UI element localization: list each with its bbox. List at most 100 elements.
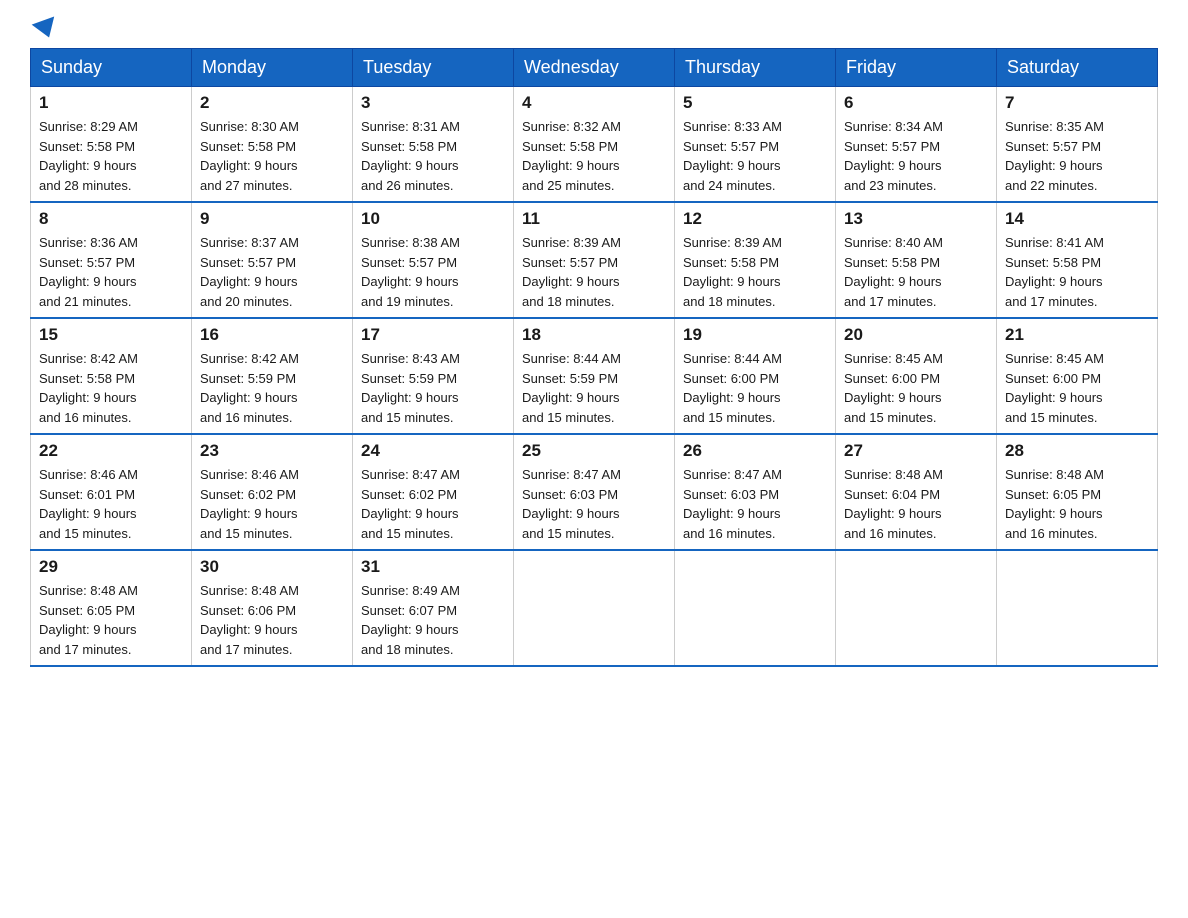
- header-cell-sunday: Sunday: [31, 49, 192, 87]
- day-info: Sunrise: 8:47 AMSunset: 6:02 PMDaylight:…: [361, 465, 505, 543]
- calendar-cell: 29 Sunrise: 8:48 AMSunset: 6:05 PMDaylig…: [31, 550, 192, 666]
- day-number: 25: [522, 441, 666, 461]
- day-info: Sunrise: 8:46 AMSunset: 6:01 PMDaylight:…: [39, 465, 183, 543]
- calendar-cell: 17 Sunrise: 8:43 AMSunset: 5:59 PMDaylig…: [353, 318, 514, 434]
- day-info: Sunrise: 8:45 AMSunset: 6:00 PMDaylight:…: [1005, 349, 1149, 427]
- day-number: 2: [200, 93, 344, 113]
- day-info: Sunrise: 8:42 AMSunset: 5:58 PMDaylight:…: [39, 349, 183, 427]
- day-number: 14: [1005, 209, 1149, 229]
- day-number: 5: [683, 93, 827, 113]
- day-info: Sunrise: 8:49 AMSunset: 6:07 PMDaylight:…: [361, 581, 505, 659]
- day-info: Sunrise: 8:47 AMSunset: 6:03 PMDaylight:…: [683, 465, 827, 543]
- day-number: 13: [844, 209, 988, 229]
- calendar-week-2: 8 Sunrise: 8:36 AMSunset: 5:57 PMDayligh…: [31, 202, 1158, 318]
- day-number: 10: [361, 209, 505, 229]
- day-info: Sunrise: 8:48 AMSunset: 6:05 PMDaylight:…: [1005, 465, 1149, 543]
- day-info: Sunrise: 8:39 AMSunset: 5:58 PMDaylight:…: [683, 233, 827, 311]
- day-number: 23: [200, 441, 344, 461]
- calendar-cell: 26 Sunrise: 8:47 AMSunset: 6:03 PMDaylig…: [675, 434, 836, 550]
- day-number: 29: [39, 557, 183, 577]
- calendar-week-4: 22 Sunrise: 8:46 AMSunset: 6:01 PMDaylig…: [31, 434, 1158, 550]
- day-info: Sunrise: 8:43 AMSunset: 5:59 PMDaylight:…: [361, 349, 505, 427]
- day-number: 21: [1005, 325, 1149, 345]
- day-number: 30: [200, 557, 344, 577]
- header-cell-friday: Friday: [836, 49, 997, 87]
- header-cell-saturday: Saturday: [997, 49, 1158, 87]
- calendar-body: 1 Sunrise: 8:29 AMSunset: 5:58 PMDayligh…: [31, 87, 1158, 667]
- day-info: Sunrise: 8:48 AMSunset: 6:05 PMDaylight:…: [39, 581, 183, 659]
- calendar-cell: 14 Sunrise: 8:41 AMSunset: 5:58 PMDaylig…: [997, 202, 1158, 318]
- calendar-cell: 9 Sunrise: 8:37 AMSunset: 5:57 PMDayligh…: [192, 202, 353, 318]
- calendar-cell: 31 Sunrise: 8:49 AMSunset: 6:07 PMDaylig…: [353, 550, 514, 666]
- calendar-cell: 6 Sunrise: 8:34 AMSunset: 5:57 PMDayligh…: [836, 87, 997, 203]
- calendar-cell: [675, 550, 836, 666]
- day-info: Sunrise: 8:30 AMSunset: 5:58 PMDaylight:…: [200, 117, 344, 195]
- calendar-week-1: 1 Sunrise: 8:29 AMSunset: 5:58 PMDayligh…: [31, 87, 1158, 203]
- day-info: Sunrise: 8:48 AMSunset: 6:06 PMDaylight:…: [200, 581, 344, 659]
- calendar-cell: 13 Sunrise: 8:40 AMSunset: 5:58 PMDaylig…: [836, 202, 997, 318]
- day-info: Sunrise: 8:41 AMSunset: 5:58 PMDaylight:…: [1005, 233, 1149, 311]
- header-cell-monday: Monday: [192, 49, 353, 87]
- logo-blue-text: [30, 20, 58, 38]
- day-info: Sunrise: 8:47 AMSunset: 6:03 PMDaylight:…: [522, 465, 666, 543]
- calendar-cell: 3 Sunrise: 8:31 AMSunset: 5:58 PMDayligh…: [353, 87, 514, 203]
- calendar-cell: 19 Sunrise: 8:44 AMSunset: 6:00 PMDaylig…: [675, 318, 836, 434]
- calendar-cell: 24 Sunrise: 8:47 AMSunset: 6:02 PMDaylig…: [353, 434, 514, 550]
- calendar-table: SundayMondayTuesdayWednesdayThursdayFrid…: [30, 48, 1158, 667]
- calendar-cell: 20 Sunrise: 8:45 AMSunset: 6:00 PMDaylig…: [836, 318, 997, 434]
- day-info: Sunrise: 8:33 AMSunset: 5:57 PMDaylight:…: [683, 117, 827, 195]
- day-info: Sunrise: 8:36 AMSunset: 5:57 PMDaylight:…: [39, 233, 183, 311]
- day-number: 1: [39, 93, 183, 113]
- calendar-cell: 25 Sunrise: 8:47 AMSunset: 6:03 PMDaylig…: [514, 434, 675, 550]
- header-cell-thursday: Thursday: [675, 49, 836, 87]
- day-number: 31: [361, 557, 505, 577]
- calendar-cell: 11 Sunrise: 8:39 AMSunset: 5:57 PMDaylig…: [514, 202, 675, 318]
- calendar-cell: [836, 550, 997, 666]
- calendar-cell: 7 Sunrise: 8:35 AMSunset: 5:57 PMDayligh…: [997, 87, 1158, 203]
- calendar-week-5: 29 Sunrise: 8:48 AMSunset: 6:05 PMDaylig…: [31, 550, 1158, 666]
- calendar-cell: [997, 550, 1158, 666]
- calendar-cell: 10 Sunrise: 8:38 AMSunset: 5:57 PMDaylig…: [353, 202, 514, 318]
- calendar-cell: 23 Sunrise: 8:46 AMSunset: 6:02 PMDaylig…: [192, 434, 353, 550]
- day-info: Sunrise: 8:37 AMSunset: 5:57 PMDaylight:…: [200, 233, 344, 311]
- header-row: SundayMondayTuesdayWednesdayThursdayFrid…: [31, 49, 1158, 87]
- day-number: 4: [522, 93, 666, 113]
- day-info: Sunrise: 8:42 AMSunset: 5:59 PMDaylight:…: [200, 349, 344, 427]
- day-number: 28: [1005, 441, 1149, 461]
- header-cell-tuesday: Tuesday: [353, 49, 514, 87]
- day-info: Sunrise: 8:31 AMSunset: 5:58 PMDaylight:…: [361, 117, 505, 195]
- logo: [30, 20, 58, 38]
- day-info: Sunrise: 8:34 AMSunset: 5:57 PMDaylight:…: [844, 117, 988, 195]
- calendar-cell: 22 Sunrise: 8:46 AMSunset: 6:01 PMDaylig…: [31, 434, 192, 550]
- calendar-cell: 8 Sunrise: 8:36 AMSunset: 5:57 PMDayligh…: [31, 202, 192, 318]
- day-number: 12: [683, 209, 827, 229]
- calendar-week-3: 15 Sunrise: 8:42 AMSunset: 5:58 PMDaylig…: [31, 318, 1158, 434]
- day-info: Sunrise: 8:32 AMSunset: 5:58 PMDaylight:…: [522, 117, 666, 195]
- calendar-cell: 27 Sunrise: 8:48 AMSunset: 6:04 PMDaylig…: [836, 434, 997, 550]
- day-number: 3: [361, 93, 505, 113]
- day-info: Sunrise: 8:44 AMSunset: 6:00 PMDaylight:…: [683, 349, 827, 427]
- calendar-cell: 18 Sunrise: 8:44 AMSunset: 5:59 PMDaylig…: [514, 318, 675, 434]
- day-number: 18: [522, 325, 666, 345]
- day-info: Sunrise: 8:29 AMSunset: 5:58 PMDaylight:…: [39, 117, 183, 195]
- day-number: 27: [844, 441, 988, 461]
- day-info: Sunrise: 8:38 AMSunset: 5:57 PMDaylight:…: [361, 233, 505, 311]
- day-number: 16: [200, 325, 344, 345]
- day-number: 19: [683, 325, 827, 345]
- calendar-cell: [514, 550, 675, 666]
- calendar-cell: 4 Sunrise: 8:32 AMSunset: 5:58 PMDayligh…: [514, 87, 675, 203]
- day-info: Sunrise: 8:40 AMSunset: 5:58 PMDaylight:…: [844, 233, 988, 311]
- day-number: 26: [683, 441, 827, 461]
- calendar-cell: 2 Sunrise: 8:30 AMSunset: 5:58 PMDayligh…: [192, 87, 353, 203]
- day-number: 9: [200, 209, 344, 229]
- day-number: 22: [39, 441, 183, 461]
- day-info: Sunrise: 8:46 AMSunset: 6:02 PMDaylight:…: [200, 465, 344, 543]
- day-number: 6: [844, 93, 988, 113]
- day-number: 7: [1005, 93, 1149, 113]
- day-number: 15: [39, 325, 183, 345]
- calendar-cell: 28 Sunrise: 8:48 AMSunset: 6:05 PMDaylig…: [997, 434, 1158, 550]
- day-number: 20: [844, 325, 988, 345]
- calendar-cell: 21 Sunrise: 8:45 AMSunset: 6:00 PMDaylig…: [997, 318, 1158, 434]
- day-number: 8: [39, 209, 183, 229]
- day-number: 11: [522, 209, 666, 229]
